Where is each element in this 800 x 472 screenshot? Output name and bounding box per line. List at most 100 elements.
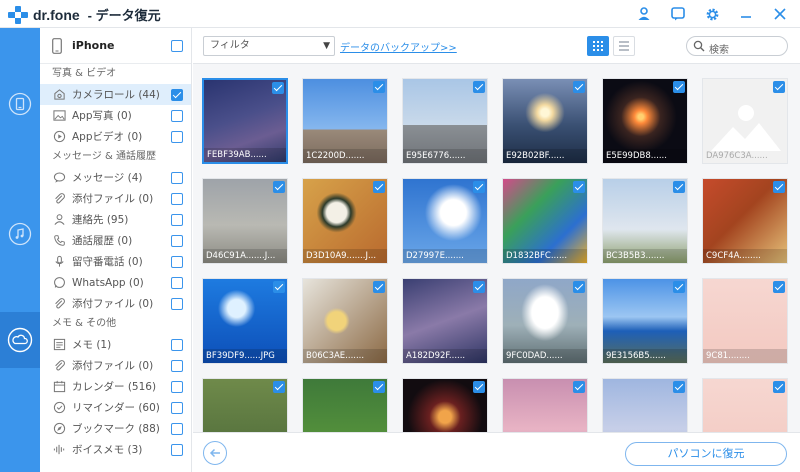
photo-checkbox[interactable]: [273, 281, 285, 293]
photo-checkbox[interactable]: [673, 281, 685, 293]
category-item[interactable]: 添付ファイル (0): [40, 355, 191, 376]
category-item[interactable]: 添付ファイル (0): [40, 188, 191, 209]
back-button[interactable]: [203, 441, 227, 465]
photo-checkbox[interactable]: [373, 281, 385, 293]
device-checkbox[interactable]: [171, 39, 183, 52]
category-checkbox[interactable]: [171, 192, 183, 205]
category-item[interactable]: App写真 (0): [40, 105, 191, 126]
category-item[interactable]: WhatsApp (0): [40, 272, 191, 293]
category-checkbox[interactable]: [171, 443, 183, 456]
search-box[interactable]: 検索: [686, 36, 788, 56]
category-checkbox[interactable]: [171, 380, 183, 393]
category-item[interactable]: 連絡先 (95): [40, 209, 191, 230]
category-item[interactable]: カレンダー (516): [40, 376, 191, 397]
photo-tile[interactable]: D46C91A.......J...: [202, 178, 288, 264]
photo-tile[interactable]: A182D92F......: [402, 278, 488, 364]
photo-tile[interactable]: BF39DF9......JPG: [202, 278, 288, 364]
category-checkbox[interactable]: [171, 171, 183, 184]
photo-tile[interactable]: FEBF39AB......: [202, 78, 288, 164]
category-checkbox[interactable]: [171, 338, 183, 351]
category-checkbox[interactable]: [171, 276, 183, 289]
category-item[interactable]: ボイスメモ (3): [40, 439, 191, 460]
recover-to-computer-button[interactable]: パソコンに復元: [625, 442, 787, 466]
category-item[interactable]: メッセージ (4): [40, 167, 191, 188]
photo-tile[interactable]: 9C81........: [702, 278, 788, 364]
footer-bar: パソコンに復元: [193, 432, 800, 472]
photo-checkbox[interactable]: [373, 381, 385, 393]
photo-checkbox[interactable]: [673, 181, 685, 193]
category-item[interactable]: 添付ファイル (0): [40, 293, 191, 314]
photo-checkbox[interactable]: [773, 281, 785, 293]
category-checkbox[interactable]: [171, 130, 183, 143]
category-label: カレンダー (516): [72, 381, 157, 393]
photo-checkbox[interactable]: [773, 381, 785, 393]
photo-tile[interactable]: E5E99DB8......: [602, 78, 688, 164]
photo-checkbox[interactable]: [272, 82, 284, 94]
category-checkbox[interactable]: [171, 401, 183, 414]
photo-filename: D27997E.......: [403, 249, 487, 263]
category-item[interactable]: 通話履歴 (0): [40, 230, 191, 251]
recover-from-device-tab[interactable]: [0, 76, 40, 132]
category-item[interactable]: カメラロール (44): [40, 84, 191, 105]
gear-icon[interactable]: [702, 4, 722, 24]
account-icon[interactable]: [634, 4, 654, 24]
photo-checkbox[interactable]: [573, 281, 585, 293]
category-checkbox[interactable]: [171, 255, 183, 268]
photo-tile[interactable]: 9FC0DAD......: [502, 278, 588, 364]
category-checkbox[interactable]: [171, 422, 183, 435]
category-checkbox[interactable]: [171, 359, 183, 372]
photo-checkbox[interactable]: [273, 381, 285, 393]
category-item[interactable]: メモ (1): [40, 334, 191, 355]
filter-dropdown[interactable]: フィルタ ▼: [203, 36, 335, 56]
minimize-icon[interactable]: [736, 4, 756, 24]
list-view-button[interactable]: [613, 36, 635, 56]
grid-view-button[interactable]: [587, 36, 609, 56]
category-item[interactable]: 留守番電話 (0): [40, 251, 191, 272]
recover-from-icloud-tab[interactable]: [0, 312, 40, 368]
photo-checkbox[interactable]: [773, 181, 785, 193]
contact-icon: [52, 213, 66, 227]
photo-tile[interactable]: D1832BFC......: [502, 178, 588, 264]
photo-tile[interactable]: 9E3156B5......: [602, 278, 688, 364]
photo-tile[interactable]: 1C2200D.......: [302, 78, 388, 164]
category-checkbox[interactable]: [171, 297, 183, 310]
photo-checkbox[interactable]: [373, 181, 385, 193]
photo-filename: C9CF4A........: [703, 249, 787, 263]
feedback-icon[interactable]: [668, 4, 688, 24]
category-checkbox[interactable]: [171, 213, 183, 226]
photo-filename: D46C91A.......J...: [203, 249, 287, 263]
photo-checkbox[interactable]: [373, 81, 385, 93]
photo-filename: BF39DF9......JPG: [203, 349, 287, 363]
photo-tile[interactable]: E95E6776......: [402, 78, 488, 164]
photo-tile[interactable]: C9CF4A........: [702, 178, 788, 264]
category-checkbox[interactable]: [171, 234, 183, 247]
photo-checkbox[interactable]: [473, 181, 485, 193]
photo-checkbox[interactable]: [573, 181, 585, 193]
close-icon[interactable]: [770, 4, 790, 24]
photo-tile[interactable]: DA976C3A......: [702, 78, 788, 164]
category-checkbox[interactable]: [171, 109, 183, 122]
photo-checkbox[interactable]: [773, 81, 785, 93]
category-item[interactable]: Appビデオ (0): [40, 126, 191, 147]
photo-tile[interactable]: D3D10A9.......J...: [302, 178, 388, 264]
photo-checkbox[interactable]: [473, 81, 485, 93]
device-row[interactable]: iPhone: [40, 28, 191, 64]
recover-from-itunes-tab[interactable]: [0, 206, 40, 262]
photo-checkbox[interactable]: [573, 81, 585, 93]
backup-link[interactable]: データのバックアップ>>: [340, 39, 457, 54]
category-item[interactable]: ブックマーク (88): [40, 418, 191, 439]
photo-checkbox[interactable]: [273, 181, 285, 193]
photo-checkbox[interactable]: [473, 381, 485, 393]
photo-tile[interactable]: E92B02BF......: [502, 78, 588, 164]
category-item[interactable]: リマインダー (60): [40, 397, 191, 418]
photo-tile[interactable]: D27997E.......: [402, 178, 488, 264]
section-title: メモ & その他: [52, 318, 117, 329]
category-checkbox[interactable]: [171, 88, 183, 101]
photo-checkbox[interactable]: [673, 381, 685, 393]
photo-tile[interactable]: BC3B5B3.......: [602, 178, 688, 264]
photo-tile[interactable]: B06C3AE.......: [302, 278, 388, 364]
search-placeholder: 検索: [709, 45, 729, 56]
photo-checkbox[interactable]: [473, 281, 485, 293]
photo-checkbox[interactable]: [673, 81, 685, 93]
photo-checkbox[interactable]: [573, 381, 585, 393]
